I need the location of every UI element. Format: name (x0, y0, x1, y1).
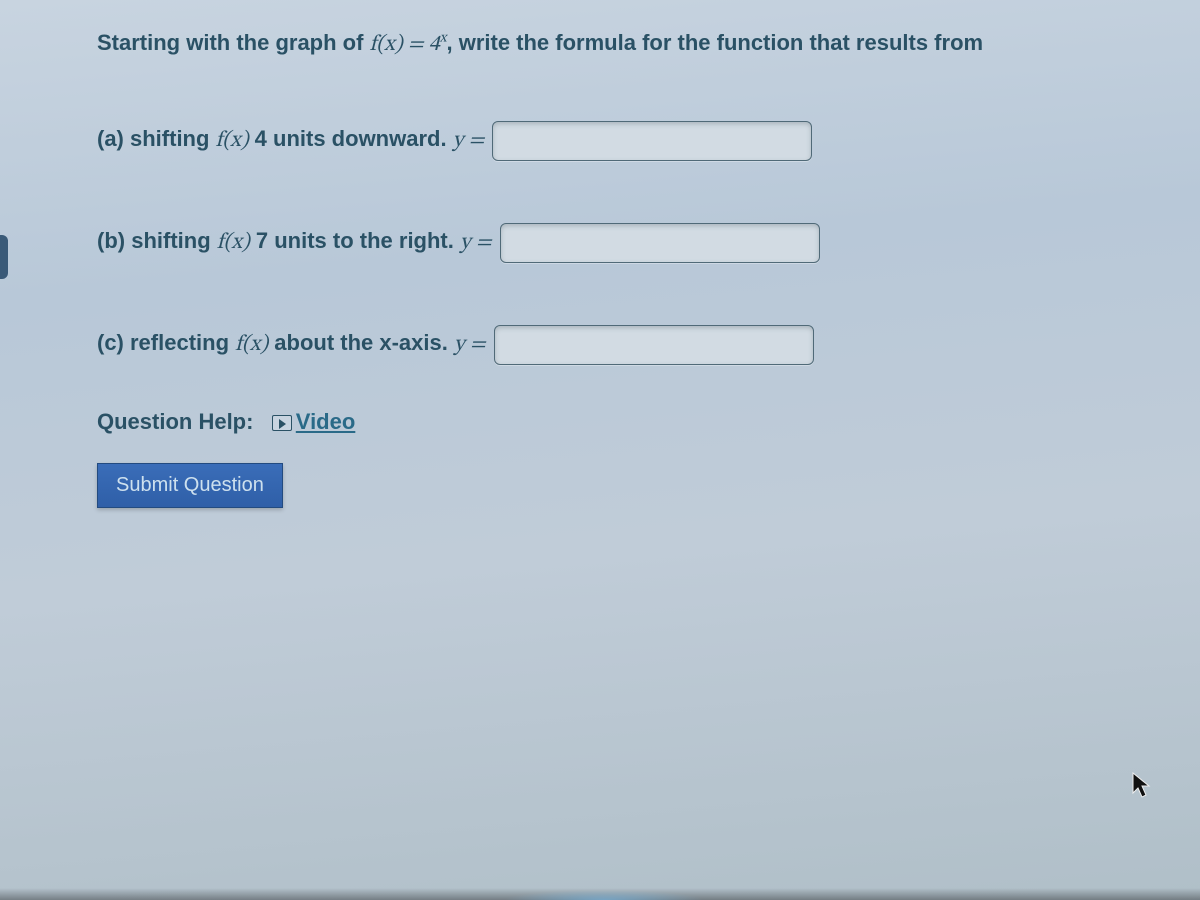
part-c-label: (c) reflecting f(x) about the x-axis. y … (97, 330, 486, 359)
video-link[interactable]: Video (272, 409, 356, 434)
intro-function: f(x) = 4x (370, 34, 447, 56)
intro-prefix: Starting with the graph of (97, 30, 370, 55)
left-edge-sliver (0, 235, 8, 279)
part-a-label: (a) shifting f(x) 4 units downward. y = (97, 126, 484, 155)
mouse-cursor-icon (1132, 772, 1152, 800)
question-help-row: Question Help: Video (97, 409, 1140, 435)
part-c-input[interactable] (494, 325, 814, 365)
part-b-input[interactable] (500, 223, 820, 263)
question-content: Starting with the graph of f(x) = 4x, wr… (0, 0, 1200, 508)
part-c-row: (c) reflecting f(x) about the x-axis. y … (97, 325, 1140, 365)
help-label: Question Help: (97, 409, 253, 434)
video-play-icon (272, 415, 292, 431)
question-intro: Starting with the graph of f(x) = 4x, wr… (97, 28, 1140, 61)
part-a-row: (a) shifting f(x) 4 units downward. y = (97, 121, 1140, 161)
intro-suffix: , write the formula for the function tha… (446, 30, 983, 55)
part-b-row: (b) shifting f(x) 7 units to the right. … (97, 223, 1140, 263)
submit-question-button[interactable]: Submit Question (97, 463, 283, 508)
bottom-glow (504, 890, 704, 900)
part-b-label: (b) shifting f(x) 7 units to the right. … (97, 228, 492, 257)
part-a-input[interactable] (492, 121, 812, 161)
